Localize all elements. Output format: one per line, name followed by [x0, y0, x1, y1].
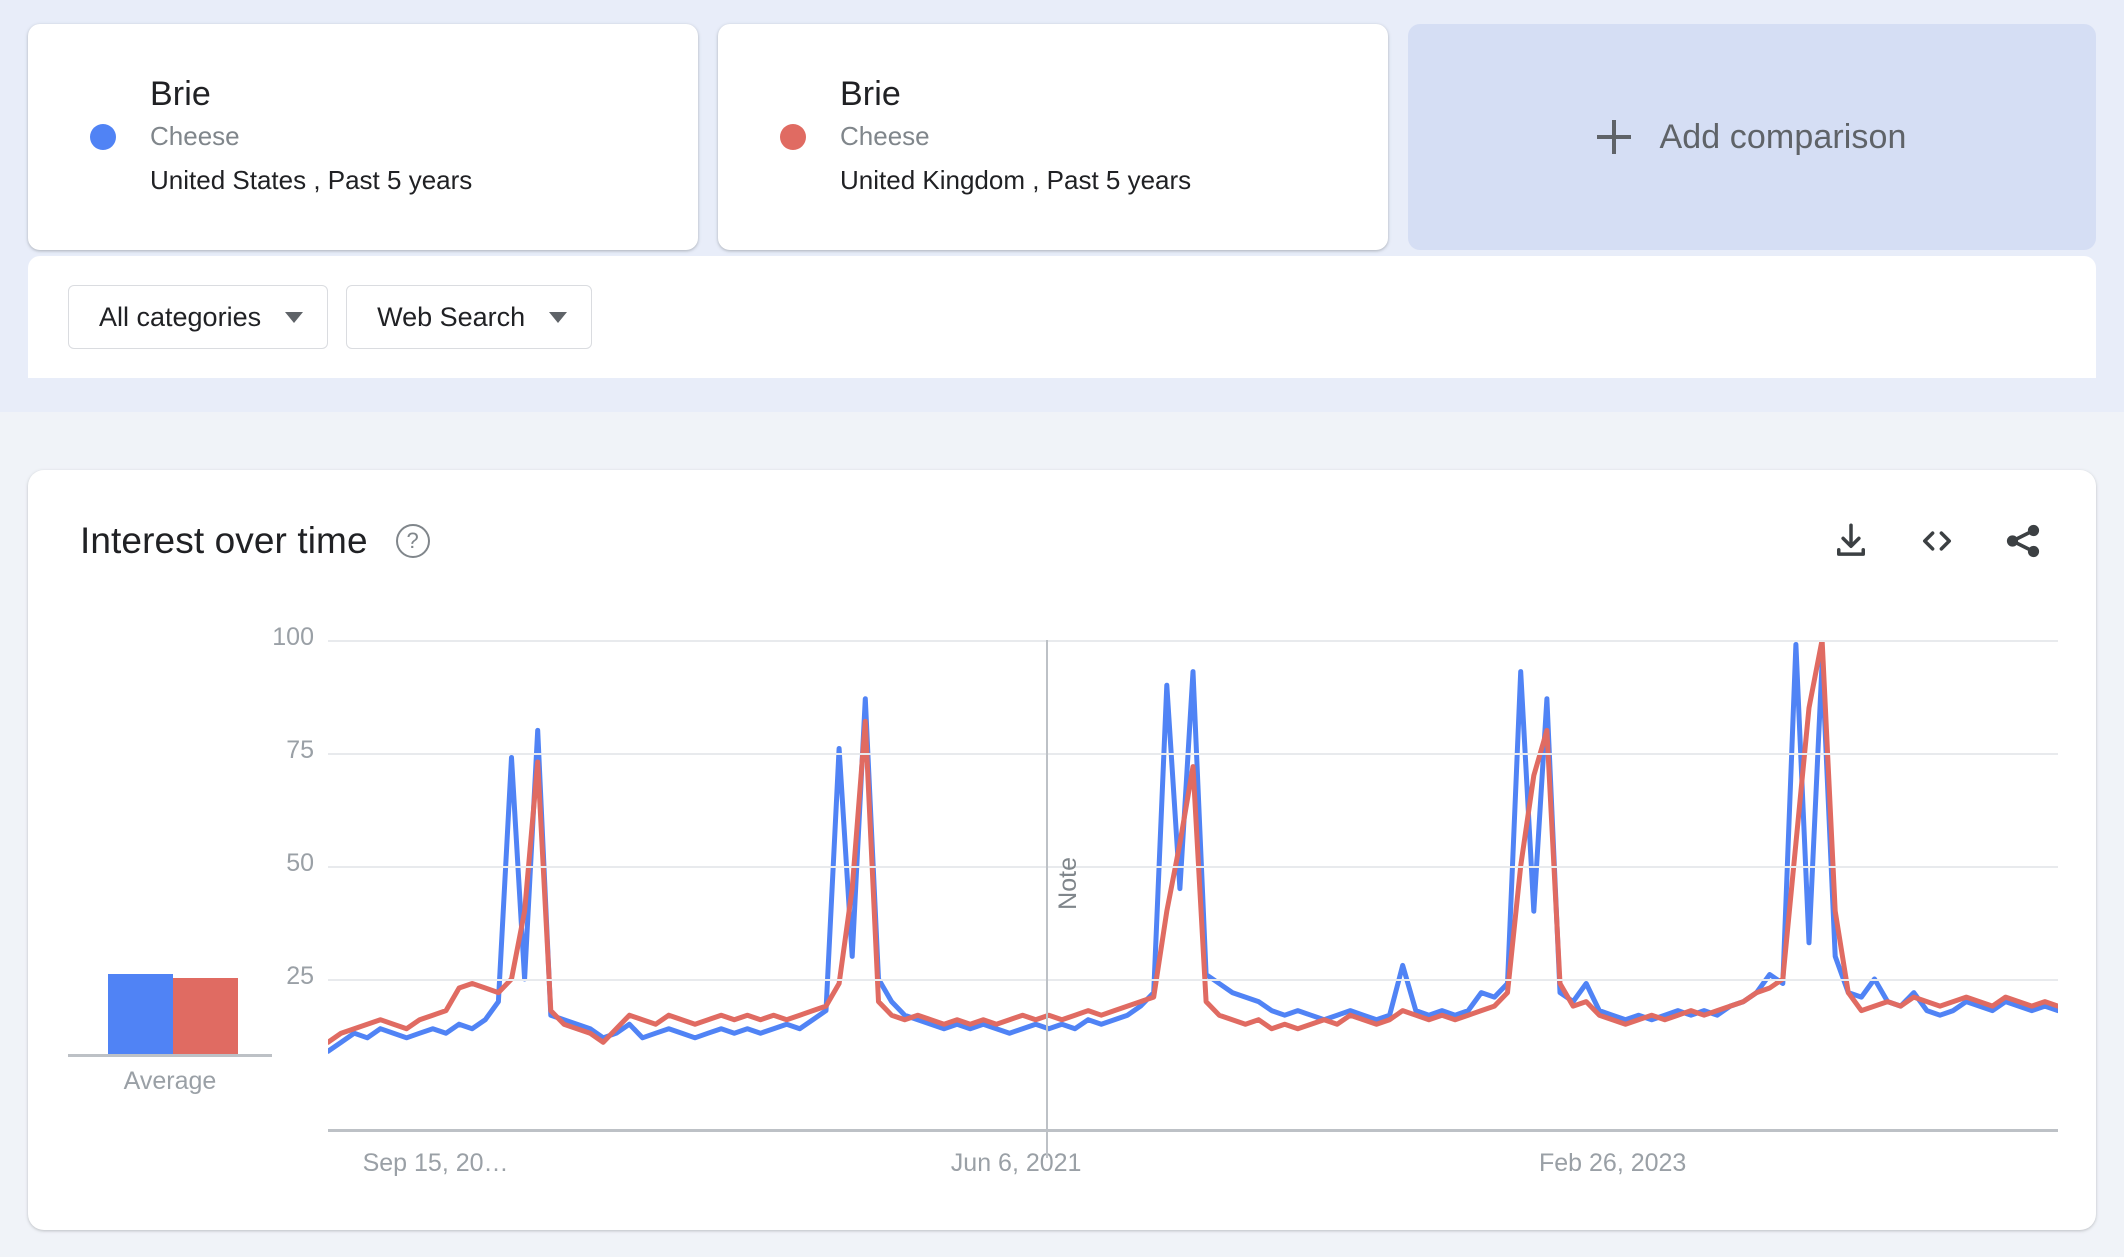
trends-page: Brie Cheese United States , Past 5 years… [0, 0, 2124, 1257]
comparison-category-2: Cheese [840, 121, 930, 152]
comparison-card-1-text: Brie Cheese United States , Past 5 years [150, 74, 472, 200]
gridline [328, 866, 2058, 868]
average-bar [108, 974, 173, 1054]
x-axis-tick: Sep 15, 20… [362, 1149, 509, 1177]
timeseries-plot: 100 75 50 25 Sep 15, 20… Jun 6, 2021 Feb 26, 2… [272, 623, 2058, 1200]
comparison-card-2[interactable]: Brie Cheese United Kingdom , Past 5 year… [718, 24, 1388, 250]
series-color-dot-1 [90, 124, 116, 150]
series-color-dot-2 [780, 124, 806, 150]
comparison-term-2: Brie [840, 74, 901, 113]
y-axis-tick: 75 [286, 736, 314, 764]
plus-icon [1597, 120, 1632, 154]
chevron-down-icon [285, 311, 304, 323]
chart-header: Interest over time ? [80, 510, 2044, 572]
comparison-meta-2: United Kingdom , Past 5 years [840, 165, 1192, 196]
y-axis-tick: 50 [286, 849, 314, 877]
series-line [328, 645, 2058, 1052]
category-filter-label: All categories [99, 301, 262, 332]
help-circle-icon[interactable]: ? [395, 524, 430, 558]
gridline [328, 979, 2058, 981]
comparison-category-1: Cheese [150, 121, 240, 152]
note-vertical-line [1045, 640, 1048, 1158]
plot-area: Average 100 75 50 25 Sep 15, 20… Jun 6, 2021 F… [28, 623, 2096, 1200]
average-bars [108, 934, 238, 1054]
y-axis-tick: 25 [286, 962, 314, 990]
average-baseline [68, 1054, 272, 1057]
page-title: Interest over time [80, 520, 368, 561]
x-axis-tick: Feb 26, 2023 [1539, 1149, 1687, 1177]
gridline [328, 640, 2058, 642]
y-axis-tick: 100 [272, 623, 314, 651]
share-icon[interactable] [2002, 520, 2044, 562]
x-axis-tick: Jun 6, 2021 [950, 1149, 1082, 1177]
download-icon[interactable] [1830, 520, 1872, 562]
add-comparison-label: Add comparison [1659, 117, 1907, 156]
gridline [328, 753, 2058, 755]
series-lines [328, 640, 2058, 1132]
category-filter-dropdown[interactable]: All categories [68, 285, 329, 349]
add-comparison-button[interactable]: Add comparison [1408, 24, 2096, 250]
embed-code-icon[interactable] [1916, 520, 1958, 562]
chevron-down-icon [549, 311, 568, 323]
interest-over-time-card: Interest over time ? Average 100 75 50 2… [28, 470, 2096, 1230]
chart-actions [1830, 520, 2044, 562]
search-type-filter-label: Web Search [377, 301, 526, 332]
comparison-card-1[interactable]: Brie Cheese United States , Past 5 years [28, 24, 698, 250]
search-type-filter-dropdown[interactable]: Web Search [346, 285, 593, 349]
comparison-cards-row: Brie Cheese United States , Past 5 years… [28, 24, 2096, 250]
x-axis-line [328, 1129, 2058, 1132]
average-bar [173, 978, 238, 1054]
filter-bar: All categories Web Search [28, 256, 2096, 378]
chart-title-group: Interest over time ? [80, 520, 430, 562]
comparison-term-1: Brie [150, 74, 211, 113]
comparison-meta-1: United States , Past 5 years [150, 165, 473, 196]
comparison-card-2-text: Brie Cheese United Kingdom , Past 5 year… [840, 74, 1191, 200]
note-annotation-label: Note [1053, 856, 1082, 910]
average-label: Average [123, 1067, 217, 1095]
